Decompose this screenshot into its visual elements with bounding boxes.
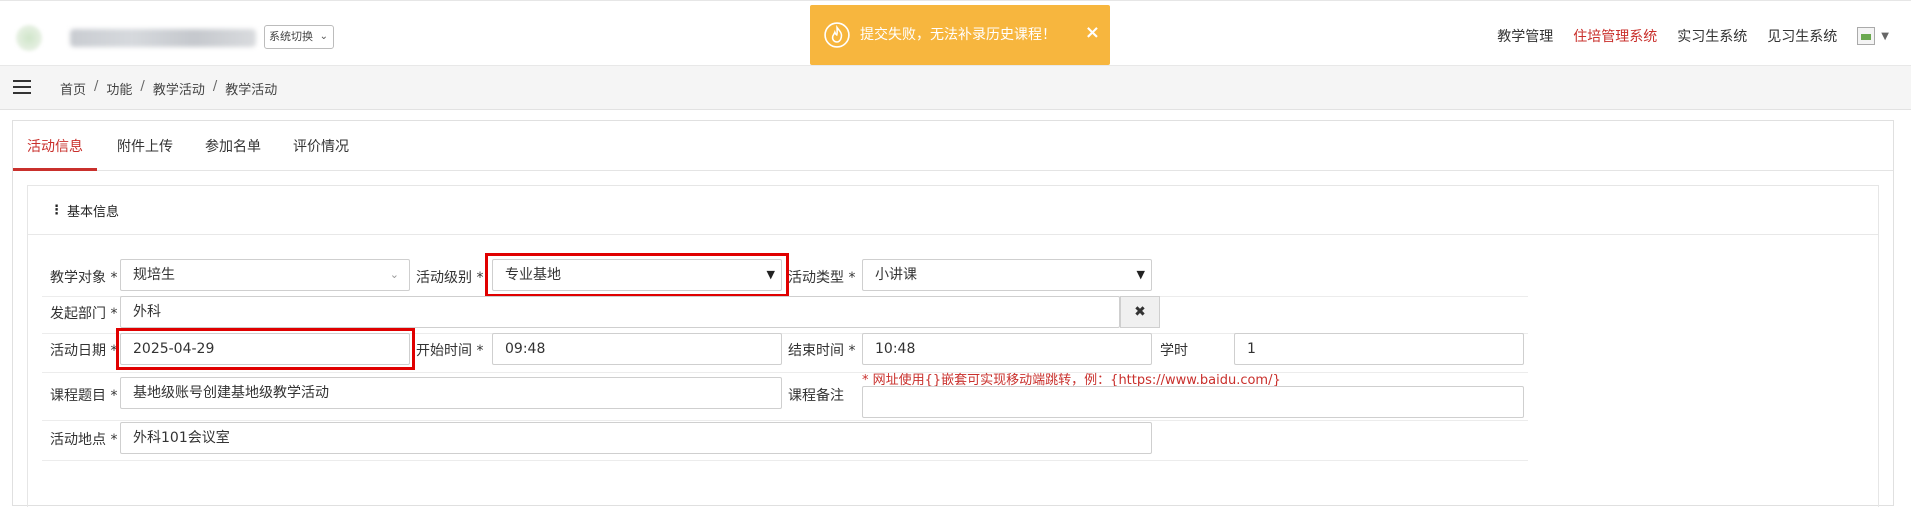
topic-label: 课程题目 * [50,388,118,404]
clear-department-button[interactable]: ✖ [1120,296,1160,328]
highlight-box-level [485,253,789,297]
active-tab-indicator [13,168,97,171]
chevron-down-icon: ⌄ [319,31,328,42]
breadcrumb-separator: / [94,79,99,94]
date-label: 活动日期 * [50,343,118,359]
tab-activity-info[interactable]: 活动信息 [27,136,83,156]
vertical-dots-icon: ⋮ [50,203,63,218]
breadcrumb-function[interactable]: 功能 [106,79,132,98]
breadcrumb-separator: / [140,79,145,94]
menu-toggle-icon[interactable] [13,80,31,94]
end-time-input[interactable]: 10:48 [862,333,1152,365]
hours-value: 1 [1247,341,1256,357]
type-value: 小讲课 [875,267,917,283]
start-time-input[interactable]: 09:48 [492,333,782,365]
breadcrumb-separator: / [212,79,218,94]
target-value: 规培生 [133,267,175,283]
remark-input[interactable] [862,386,1524,418]
toast-close-icon[interactable]: × [1085,22,1100,43]
caret-down-icon[interactable]: ▼ [1881,31,1889,42]
row-divider [42,460,1528,461]
highlight-box-date [116,328,415,370]
tab-bar: 活动信息 附件上传 参加名单 评价情况 [13,121,1893,171]
hours-label: 学时 [1160,343,1188,359]
department-value: 外科 [133,304,161,320]
section-title: ⋮ 基本信息 [50,201,119,220]
remark-label: 课程备注 [788,388,844,404]
type-label: 活动类型 * [788,270,856,286]
topic-value: 基地级账号创建基地级教学活动 [133,385,329,401]
breadcrumb-home[interactable]: 首页 [60,79,86,98]
location-value: 外科101会议室 [133,430,230,446]
error-toast: 提交失败，无法补录历史课程！ × [810,5,1110,65]
row-divider [42,420,1528,421]
row-divider [42,372,1528,373]
nav-teaching-management[interactable]: 教学管理 [1497,26,1553,46]
top-nav: 教学管理 住培管理系统 实习生系统 见习生系统 ▼ [1477,26,1889,46]
tab-attachment-upload[interactable]: 附件上传 [117,136,173,156]
nav-trainee-system[interactable]: 见习生系统 [1767,26,1837,46]
start-time-label: 开始时间 * [416,343,484,359]
breadcrumb: 首页 / 功能 / 教学活动 / 教学活动 [60,79,277,98]
hours-input[interactable]: 1 [1234,333,1524,365]
breadcrumb-teaching-activity[interactable]: 教学活动 [153,79,205,98]
system-switch-label: 系统切换 [269,30,313,43]
type-select[interactable]: 小讲课 ▼ [862,259,1152,291]
chevron-down-icon: ⌄ [389,268,399,281]
toast-message: 提交失败，无法补录历史课程！ [860,27,1056,43]
logo-icon [16,25,42,51]
system-switch-select[interactable]: 系统切换 ⌄ [264,25,334,49]
department-input[interactable]: 外科 [120,296,1120,328]
app-title-blurred [70,29,256,47]
topic-input[interactable]: 基地级账号创建基地级教学活动 [120,377,782,409]
main-panel: 活动信息 附件上传 参加名单 评价情况 ⋮ 基本信息 教学对象 * 规培生 ⌄ … [12,120,1894,507]
tab-evaluation[interactable]: 评价情况 [293,136,349,156]
avatar[interactable] [1857,27,1876,45]
start-time-value: 09:48 [505,341,546,357]
target-label: 教学对象 * [50,270,118,286]
chevron-down-icon: ▼ [1136,268,1145,281]
top-header: 系统切换 ⌄ 提交失败，无法补录历史课程！ × 教学管理 住培管理系统 实习生系… [0,0,1911,66]
breadcrumb-bar: 首页 / 功能 / 教学活动 / 教学活动 [0,66,1911,110]
end-time-label: 结束时间 * [788,343,856,359]
breadcrumb-current: 教学活动 [225,83,278,98]
level-label: 活动级别 * [416,270,484,286]
department-label: 发起部门 * [50,306,118,322]
basic-info-card: ⋮ 基本信息 教学对象 * 规培生 ⌄ 活动级别 * 专业基地 ▼ 活动类型 *… [27,185,1879,507]
divider [28,234,1878,235]
nav-intern-system[interactable]: 实习生系统 [1677,26,1747,46]
section-title-text: 基本信息 [67,205,120,220]
location-label: 活动地点 * [50,432,118,448]
tab-participant-list[interactable]: 参加名单 [205,136,261,156]
location-input[interactable]: 外科101会议室 [120,422,1152,454]
end-time-value: 10:48 [875,341,916,357]
nav-residency-system[interactable]: 住培管理系统 [1573,26,1657,46]
fire-icon [824,22,850,48]
target-select[interactable]: 规培生 ⌄ [120,259,410,291]
